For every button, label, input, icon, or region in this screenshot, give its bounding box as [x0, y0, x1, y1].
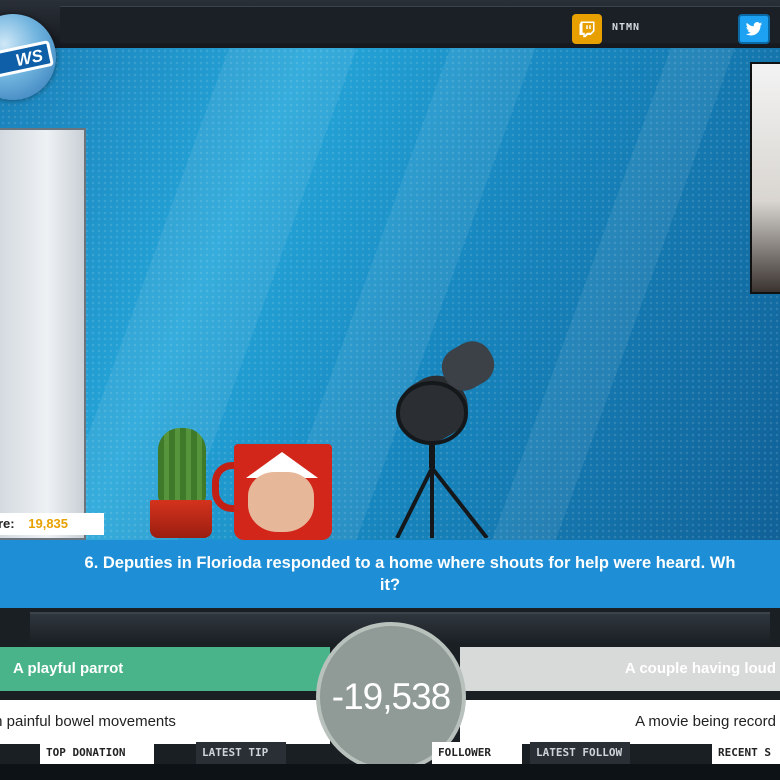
answer-option-d[interactable]: A movie being record [460, 700, 780, 744]
top-bar [0, 0, 780, 50]
score-box: re: 19,835 [0, 513, 104, 535]
latest-follow-label: LATEST FOLLOW [530, 742, 630, 764]
game-panel [0, 128, 86, 540]
answer-option-a[interactable]: A playful parrot [0, 647, 330, 691]
microphone-icon [395, 341, 495, 538]
cactus-plant [158, 428, 206, 504]
question-text-line2: it? [379, 576, 401, 594]
webcam-feed [750, 62, 780, 294]
twitter-button[interactable] [738, 14, 770, 44]
twitch-icon [579, 21, 595, 38]
studio-background [0, 48, 780, 588]
bottom-strip [0, 764, 780, 780]
answer-option-c-label: th painful bowel movements [0, 713, 176, 730]
top-bar-inner [60, 6, 780, 43]
top-donation-label: TOP DONATION [40, 742, 154, 764]
twitch-button[interactable] [572, 14, 602, 44]
channel-name: NTMN [612, 22, 641, 33]
recent-sub-label: RECENT S [712, 742, 780, 764]
answer-option-c[interactable]: th painful bowel movements [0, 700, 330, 744]
score-value: 19,835 [28, 516, 69, 531]
question-text-line1: 6. Deputies in Florioda responded to a h… [84, 554, 736, 572]
latest-tip-label: LATEST TIP [196, 742, 286, 764]
mug-face-photo [248, 472, 314, 532]
follower-label: FOLLOWER [432, 742, 522, 764]
cactus-pot [150, 500, 212, 538]
score-label: re: [0, 516, 15, 531]
twitter-icon [745, 22, 763, 36]
question-bar: 6. Deputies in Florioda responded to a h… [0, 540, 780, 608]
answer-option-b[interactable]: A couple having loud [460, 647, 780, 691]
